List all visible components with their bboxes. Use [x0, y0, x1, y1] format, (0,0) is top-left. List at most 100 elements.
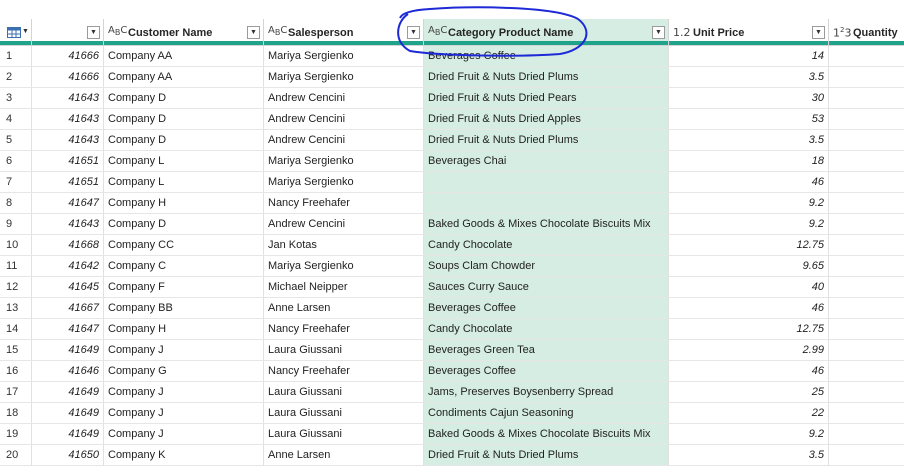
- cell-customer-name[interactable]: Company H: [104, 319, 264, 340]
- cell-category-product-name[interactable]: Sauces Curry Sauce: [424, 277, 669, 298]
- cell-salesperson[interactable]: Michael Neipper: [264, 277, 424, 298]
- cell-customer-name[interactable]: Company D: [104, 130, 264, 151]
- row-number[interactable]: 15: [0, 340, 32, 361]
- cell-quantity[interactable]: [829, 403, 904, 424]
- column-header-order-date[interactable]: ▼: [32, 19, 104, 46]
- cell-category-product-name[interactable]: [424, 172, 669, 193]
- cell-salesperson[interactable]: Mariya Sergienko: [264, 151, 424, 172]
- cell-order-id[interactable]: 41668: [32, 235, 104, 256]
- cell-salesperson[interactable]: Mariya Sergienko: [264, 256, 424, 277]
- cell-order-id[interactable]: 41666: [32, 46, 104, 67]
- cell-unit-price[interactable]: 9.65: [669, 256, 829, 277]
- cell-quantity[interactable]: [829, 172, 904, 193]
- row-number[interactable]: 14: [0, 319, 32, 340]
- cell-quantity[interactable]: [829, 382, 904, 403]
- cell-customer-name[interactable]: Company D: [104, 88, 264, 109]
- cell-quantity[interactable]: [829, 88, 904, 109]
- cell-salesperson[interactable]: Nancy Freehafer: [264, 193, 424, 214]
- cell-order-id[interactable]: 41642: [32, 256, 104, 277]
- cell-order-id[interactable]: 41651: [32, 151, 104, 172]
- cell-customer-name[interactable]: Company BB: [104, 298, 264, 319]
- table-row[interactable]: 19 41649 Company J Laura Giussani Baked Good…: [0, 424, 904, 445]
- table-row[interactable]: 15 41649 Company J Laura Giussani Beverages …: [0, 340, 904, 361]
- cell-order-id[interactable]: 41643: [32, 130, 104, 151]
- row-number[interactable]: 18: [0, 403, 32, 424]
- cell-salesperson[interactable]: Laura Giussani: [264, 382, 424, 403]
- table-row[interactable]: 6 41651 Company L Mariya Sergienko Beverages…: [0, 151, 904, 172]
- cell-category-product-name[interactable]: [424, 193, 669, 214]
- chevron-down-icon[interactable]: ▼: [247, 26, 260, 39]
- row-number[interactable]: 7: [0, 172, 32, 193]
- column-header-salesperson[interactable]: ABC Salesperson ▼: [264, 19, 424, 46]
- table-row[interactable]: 2 41666 Company AA Mariya Sergienko Dried Fr…: [0, 67, 904, 88]
- cell-customer-name[interactable]: Company J: [104, 424, 264, 445]
- cell-quantity[interactable]: [829, 235, 904, 256]
- cell-unit-price[interactable]: 9.2: [669, 214, 829, 235]
- table-row[interactable]: 13 41667 Company BB Anne Larsen Beverages Co…: [0, 298, 904, 319]
- table-row[interactable]: 4 41643 Company D Andrew Cencini Dried Fruit…: [0, 109, 904, 130]
- cell-customer-name[interactable]: Company L: [104, 172, 264, 193]
- cell-order-id[interactable]: 41643: [32, 214, 104, 235]
- cell-unit-price[interactable]: 46: [669, 361, 829, 382]
- cell-unit-price[interactable]: 40: [669, 277, 829, 298]
- table-row[interactable]: 7 41651 Company L Mariya Sergienko 46: [0, 172, 904, 193]
- cell-salesperson[interactable]: Mariya Sergienko: [264, 46, 424, 67]
- cell-unit-price[interactable]: 14: [669, 46, 829, 67]
- cell-category-product-name[interactable]: Dried Fruit & Nuts Dried Plums: [424, 67, 669, 88]
- cell-customer-name[interactable]: Company C: [104, 256, 264, 277]
- cell-unit-price[interactable]: 12.75: [669, 235, 829, 256]
- cell-category-product-name[interactable]: Beverages Coffee: [424, 298, 669, 319]
- cell-category-product-name[interactable]: Beverages Coffee: [424, 46, 669, 67]
- table-row[interactable]: 5 41643 Company D Andrew Cencini Dried Fruit…: [0, 130, 904, 151]
- cell-salesperson[interactable]: Mariya Sergienko: [264, 172, 424, 193]
- table-row[interactable]: 8 41647 Company H Nancy Freehafer 9.2: [0, 193, 904, 214]
- table-row[interactable]: 17 41649 Company J Laura Giussani Jams, Pres…: [0, 382, 904, 403]
- cell-salesperson[interactable]: Laura Giussani: [264, 340, 424, 361]
- table-row[interactable]: 10 41668 Company CC Jan Kotas Candy Chocolat…: [0, 235, 904, 256]
- cell-order-id[interactable]: 41643: [32, 88, 104, 109]
- row-number[interactable]: 17: [0, 382, 32, 403]
- table-row[interactable]: 1 41666 Company AA Mariya Sergienko Beverage…: [0, 46, 904, 67]
- cell-category-product-name[interactable]: Beverages Green Tea: [424, 340, 669, 361]
- cell-order-id[interactable]: 41649: [32, 424, 104, 445]
- cell-quantity[interactable]: [829, 67, 904, 88]
- cell-customer-name[interactable]: Company D: [104, 214, 264, 235]
- cell-quantity[interactable]: [829, 109, 904, 130]
- cell-category-product-name[interactable]: Dried Fruit & Nuts Dried Plums: [424, 445, 669, 466]
- column-header-category-product-name[interactable]: ABC Category Product Name ▼: [424, 19, 669, 46]
- cell-order-id[interactable]: 41649: [32, 382, 104, 403]
- cell-order-id[interactable]: 41649: [32, 340, 104, 361]
- table-row[interactable]: 9 41643 Company D Andrew Cencini Baked Goods…: [0, 214, 904, 235]
- cell-category-product-name[interactable]: Dried Fruit & Nuts Dried Apples: [424, 109, 669, 130]
- cell-quantity[interactable]: [829, 256, 904, 277]
- cell-customer-name[interactable]: Company D: [104, 109, 264, 130]
- cell-unit-price[interactable]: 12.75: [669, 319, 829, 340]
- cell-salesperson[interactable]: Anne Larsen: [264, 298, 424, 319]
- cell-quantity[interactable]: [829, 151, 904, 172]
- cell-unit-price[interactable]: 30: [669, 88, 829, 109]
- cell-category-product-name[interactable]: Beverages Coffee: [424, 361, 669, 382]
- cell-quantity[interactable]: [829, 319, 904, 340]
- cell-order-id[interactable]: 41649: [32, 403, 104, 424]
- cell-unit-price[interactable]: 18: [669, 151, 829, 172]
- cell-category-product-name[interactable]: Jams, Preserves Boysenberry Spread: [424, 382, 669, 403]
- cell-unit-price[interactable]: 25: [669, 382, 829, 403]
- table-menu-button[interactable]: ▼: [0, 19, 32, 46]
- table-row[interactable]: 18 41649 Company J Laura Giussani Condiments…: [0, 403, 904, 424]
- table-row[interactable]: 12 41645 Company F Michael Neipper Sauces Cu…: [0, 277, 904, 298]
- cell-category-product-name[interactable]: Baked Goods & Mixes Chocolate Biscuits M…: [424, 424, 669, 445]
- cell-category-product-name[interactable]: Candy Chocolate: [424, 319, 669, 340]
- cell-quantity[interactable]: [829, 361, 904, 382]
- cell-quantity[interactable]: [829, 340, 904, 361]
- row-number[interactable]: 10: [0, 235, 32, 256]
- row-number[interactable]: 11: [0, 256, 32, 277]
- cell-salesperson[interactable]: Nancy Freehafer: [264, 319, 424, 340]
- cell-salesperson[interactable]: Andrew Cencini: [264, 88, 424, 109]
- chevron-down-icon[interactable]: ▼: [407, 26, 420, 39]
- cell-salesperson[interactable]: Laura Giussani: [264, 424, 424, 445]
- cell-salesperson[interactable]: Andrew Cencini: [264, 130, 424, 151]
- cell-category-product-name[interactable]: Soups Clam Chowder: [424, 256, 669, 277]
- cell-customer-name[interactable]: Company H: [104, 193, 264, 214]
- cell-customer-name[interactable]: Company J: [104, 403, 264, 424]
- row-number[interactable]: 20: [0, 445, 32, 466]
